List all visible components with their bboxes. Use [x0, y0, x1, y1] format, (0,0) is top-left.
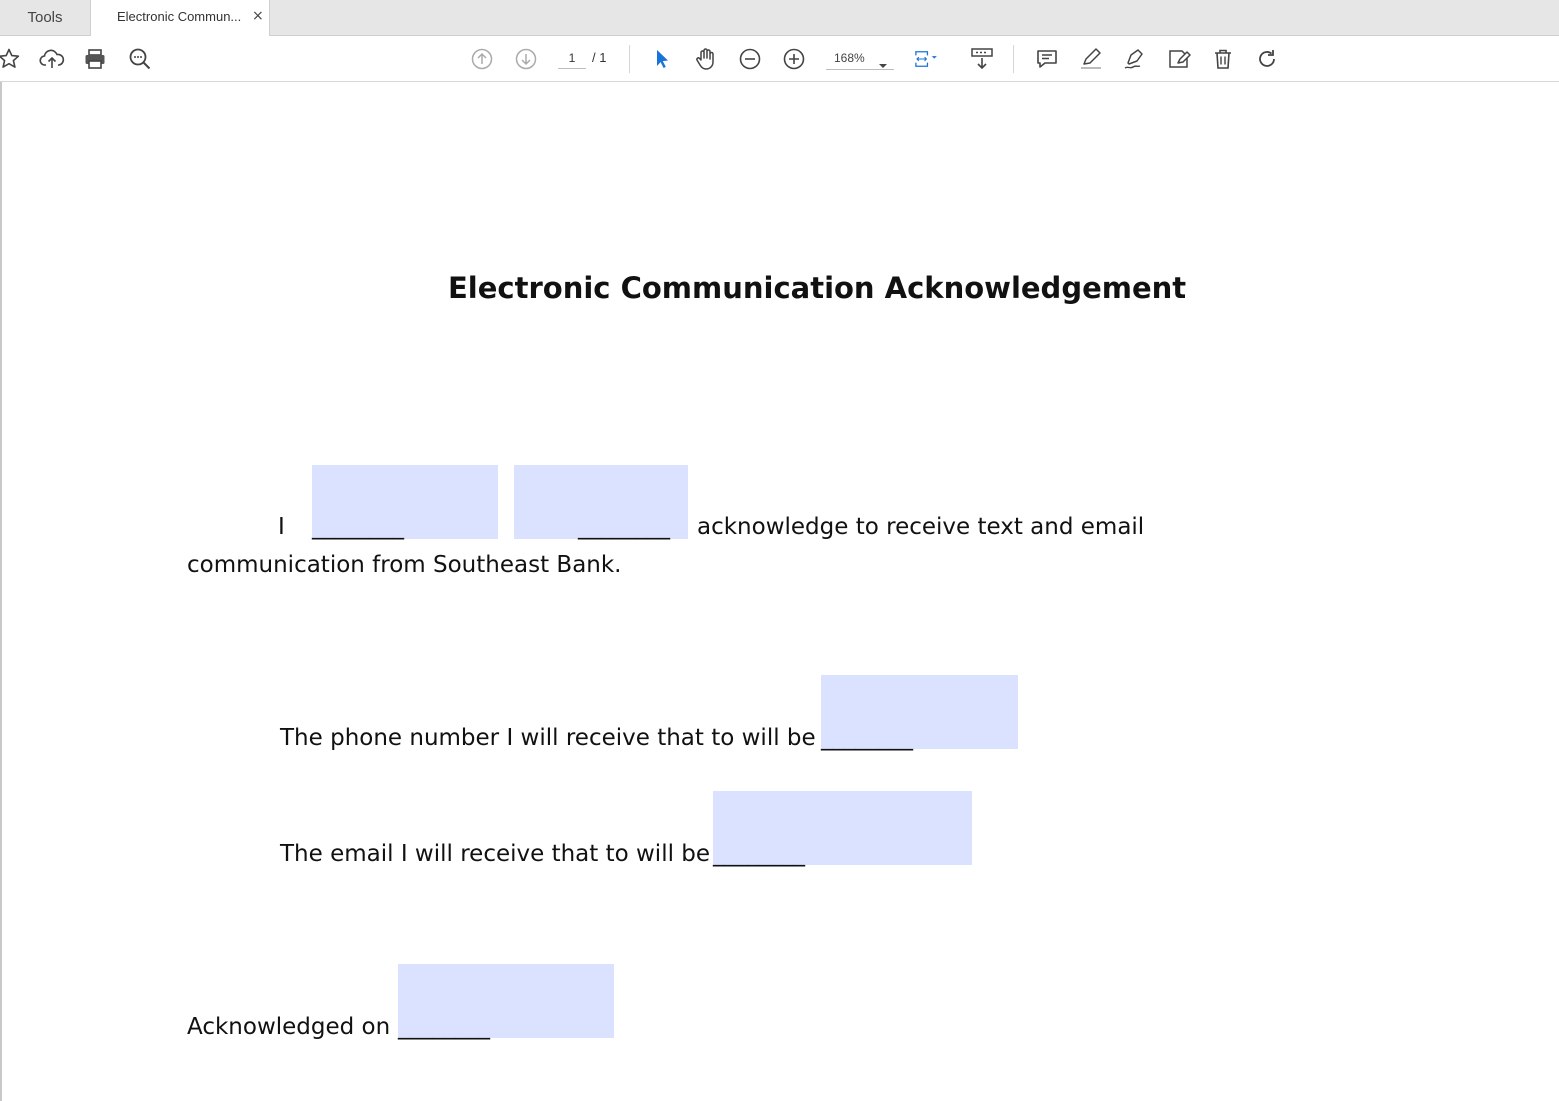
fit-page-icon[interactable]: [913, 46, 939, 72]
delete-icon[interactable]: [1210, 46, 1236, 72]
blank-underline: ________: [312, 514, 404, 540]
hand-tool-icon[interactable]: [693, 46, 719, 72]
blank-underline: ________: [578, 514, 670, 540]
phone-label: The phone number I will receive that to …: [280, 725, 816, 751]
blank-underline: ________: [398, 1014, 490, 1040]
zoom-value: 168%: [834, 51, 865, 65]
sign-icon[interactable]: [1122, 46, 1148, 72]
tab-document-label: Electronic Commun...: [117, 9, 242, 24]
line1-start: I: [278, 514, 285, 540]
scroll-mode-icon[interactable]: [969, 46, 995, 72]
document-title: Electronic Communication Acknowledgement: [448, 271, 1187, 305]
toolbar: / 1 168%: [0, 36, 1559, 82]
find-icon[interactable]: [127, 46, 153, 72]
blank-underline: ________: [821, 725, 913, 751]
cloud-upload-icon[interactable]: [39, 46, 65, 72]
print-icon[interactable]: [82, 46, 108, 72]
chevron-down-icon: [878, 54, 888, 73]
document-page-edge: [0, 82, 2, 1101]
close-tab-icon[interactable]: ×: [252, 8, 264, 24]
page-number-input[interactable]: [558, 47, 586, 69]
line2: communication from Southeast Bank.: [187, 552, 622, 578]
toolbar-separator: [1013, 45, 1014, 73]
zoom-in-icon[interactable]: [781, 46, 807, 72]
highlight-icon[interactable]: [1078, 46, 1104, 72]
toolbar-separator: [629, 45, 630, 73]
next-page-icon[interactable]: [513, 46, 539, 72]
zoom-out-icon[interactable]: [737, 46, 763, 72]
line1-end: acknowledge to receive text and email: [697, 514, 1145, 540]
previous-page-icon[interactable]: [469, 46, 495, 72]
page-total: / 1: [592, 50, 607, 65]
blank-underline: ________: [713, 841, 805, 867]
acknowledged-label: Acknowledged on: [187, 1014, 391, 1040]
select-pointer-icon[interactable]: [649, 46, 675, 72]
email-label: The email I will receive that to will be: [280, 841, 711, 867]
zoom-select[interactable]: 168%: [826, 46, 894, 70]
tab-document[interactable]: Electronic Commun... ×: [90, 0, 270, 36]
star-icon[interactable]: [0, 46, 22, 72]
tab-tools[interactable]: Tools: [0, 0, 90, 35]
fill-sign-icon[interactable]: [1166, 46, 1192, 72]
rotate-icon[interactable]: [1254, 46, 1280, 72]
tab-bar: Tools Electronic Commun... ×: [0, 0, 1559, 36]
comment-icon[interactable]: [1034, 46, 1060, 72]
